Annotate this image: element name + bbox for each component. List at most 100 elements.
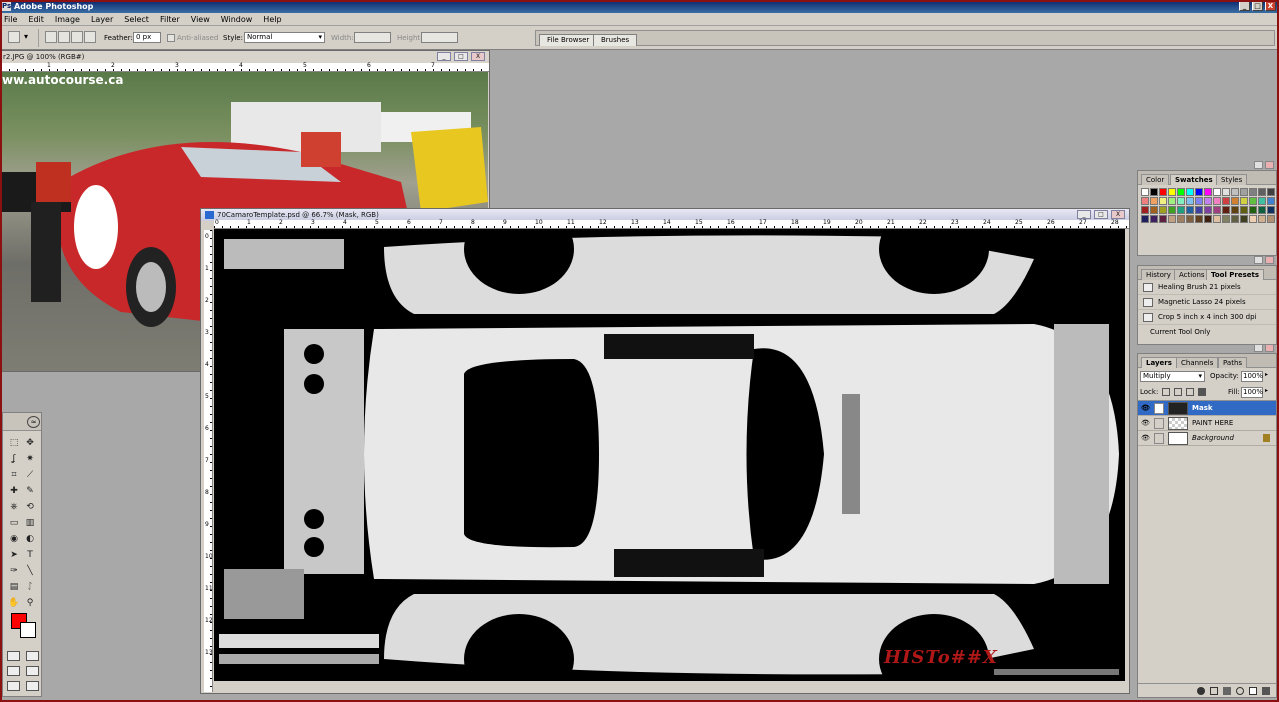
color-swatch[interactable] xyxy=(1141,215,1149,223)
eraser-icon[interactable]: ▭ xyxy=(6,515,22,531)
tab-paths[interactable]: Paths xyxy=(1218,357,1248,368)
color-swatch[interactable] xyxy=(1159,206,1167,214)
color-swatch[interactable] xyxy=(1168,188,1176,196)
maximize-button[interactable]: □ xyxy=(1252,1,1263,11)
crop-icon[interactable]: ⌗ xyxy=(6,467,22,483)
menu-view[interactable]: View xyxy=(191,15,210,24)
color-swatch[interactable] xyxy=(1168,206,1176,214)
color-swatch[interactable] xyxy=(1186,197,1194,205)
eye-icon[interactable]: 👁 xyxy=(1141,404,1150,413)
color-swatch[interactable] xyxy=(1204,206,1212,214)
color-swatch[interactable] xyxy=(1159,215,1167,223)
minimize-button[interactable]: _ xyxy=(1239,1,1250,11)
menu-layer[interactable]: Layer xyxy=(91,15,113,24)
color-swatch[interactable] xyxy=(1258,188,1266,196)
color-swatch[interactable] xyxy=(1186,206,1194,214)
color-swatch[interactable] xyxy=(1249,215,1257,223)
width-input[interactable] xyxy=(354,32,391,43)
menu-select[interactable]: Select xyxy=(124,15,149,24)
color-swatch[interactable] xyxy=(1213,188,1221,196)
color-swatch[interactable] xyxy=(1168,197,1176,205)
background-color-swatch[interactable] xyxy=(20,622,36,638)
screen-mode-icon[interactable] xyxy=(7,666,20,676)
hand-icon[interactable]: ✋ xyxy=(6,595,22,611)
maximize-button[interactable]: □ xyxy=(1094,210,1108,219)
color-swatch[interactable] xyxy=(1258,197,1266,205)
intersect-selection-icon[interactable] xyxy=(84,31,96,43)
color-swatch[interactable] xyxy=(1267,197,1275,205)
current-tool-only-checkbox[interactable]: Current Tool Only xyxy=(1138,325,1276,340)
height-input[interactable] xyxy=(421,32,458,43)
color-swatch[interactable] xyxy=(1150,206,1158,214)
tab-styles[interactable]: Styles xyxy=(1216,174,1248,185)
tab-color[interactable]: Color xyxy=(1141,174,1170,185)
preset-item[interactable]: Crop 5 inch x 4 inch 300 dpi xyxy=(1138,310,1276,325)
color-swatch[interactable] xyxy=(1222,215,1230,223)
menu-edit[interactable]: Edit xyxy=(28,15,44,24)
close-icon[interactable] xyxy=(1265,161,1274,169)
color-swatch[interactable] xyxy=(1204,188,1212,196)
magic-wand-icon[interactable]: ✷ xyxy=(22,451,38,467)
pen-icon[interactable]: ✑ xyxy=(6,563,22,579)
layer-row-mask[interactable]: 👁 Mask xyxy=(1138,401,1276,416)
move-icon[interactable]: ✥ xyxy=(22,435,38,451)
lock-transparency-icon[interactable] xyxy=(1162,388,1170,396)
color-swatch[interactable] xyxy=(1213,206,1221,214)
minimize-button[interactable]: _ xyxy=(1077,210,1091,219)
lock-pixels-icon[interactable] xyxy=(1174,388,1182,396)
minimize-icon[interactable] xyxy=(1254,161,1263,169)
color-swatch[interactable] xyxy=(1204,215,1212,223)
tab-actions[interactable]: Actions xyxy=(1174,269,1210,280)
camaro-template-canvas[interactable]: HISTo##X xyxy=(214,229,1125,681)
zoom-icon[interactable]: ⚲ xyxy=(22,595,38,611)
lock-position-icon[interactable] xyxy=(1186,388,1194,396)
color-swatch[interactable] xyxy=(1150,215,1158,223)
color-swatch[interactable] xyxy=(1267,188,1275,196)
color-swatch[interactable] xyxy=(1195,206,1203,214)
menu-image[interactable]: Image xyxy=(55,15,80,24)
adjustment-layer-icon[interactable] xyxy=(1236,686,1244,695)
add-selection-icon[interactable] xyxy=(58,31,70,43)
chevron-down-icon[interactable]: ▾ xyxy=(24,32,28,42)
layer-row-paint-here[interactable]: 👁 PAINT HERE xyxy=(1138,416,1276,431)
tab-channels[interactable]: Channels xyxy=(1176,357,1219,368)
color-swatch[interactable] xyxy=(1240,215,1248,223)
preset-item[interactable]: Healing Brush 21 pixels xyxy=(1138,280,1276,295)
color-swatch[interactable] xyxy=(1195,215,1203,223)
menu-help[interactable]: Help xyxy=(263,15,281,24)
menu-window[interactable]: Window xyxy=(221,15,253,24)
blur-icon[interactable]: ◉ xyxy=(6,531,22,547)
color-swatch[interactable] xyxy=(1150,188,1158,196)
line-icon[interactable]: ╲ xyxy=(22,563,38,579)
color-swatch[interactable] xyxy=(1177,215,1185,223)
color-swatch[interactable] xyxy=(1177,197,1185,205)
color-swatch[interactable] xyxy=(1213,197,1221,205)
color-swatch[interactable] xyxy=(1258,206,1266,214)
eye-icon[interactable]: 👁 xyxy=(1141,434,1150,443)
color-swatch[interactable] xyxy=(1186,215,1194,223)
imageready-icon[interactable] xyxy=(7,681,20,691)
menu-filter[interactable]: Filter xyxy=(160,15,180,24)
color-swatch[interactable] xyxy=(1231,215,1239,223)
healing-brush-icon[interactable]: ✚ xyxy=(6,483,22,499)
tab-swatches[interactable]: Swatches xyxy=(1170,174,1218,185)
layer-mask-icon[interactable] xyxy=(1210,686,1218,695)
color-swatch[interactable] xyxy=(1249,197,1257,205)
clone-stamp-icon[interactable]: ⎈ xyxy=(6,499,22,515)
full-screen-icon[interactable] xyxy=(26,666,39,676)
close-button[interactable]: X xyxy=(471,52,485,61)
fill-input[interactable]: 100% xyxy=(1241,387,1263,398)
color-swatch[interactable] xyxy=(1231,188,1239,196)
color-swatch[interactable] xyxy=(1177,188,1185,196)
chevron-right-icon[interactable]: ▸ xyxy=(1265,387,1268,394)
slice-icon[interactable]: ⟋ xyxy=(22,467,38,483)
eye-icon[interactable]: 👁 xyxy=(1141,419,1150,428)
color-swatch[interactable] xyxy=(1141,197,1149,205)
color-swatch[interactable] xyxy=(1195,188,1203,196)
lock-all-icon[interactable] xyxy=(1198,388,1206,396)
new-selection-icon[interactable] xyxy=(45,31,57,43)
close-icon[interactable] xyxy=(1265,344,1274,352)
trash-icon[interactable] xyxy=(1262,686,1270,695)
color-swatch[interactable] xyxy=(1195,197,1203,205)
color-swatch[interactable] xyxy=(1267,206,1275,214)
